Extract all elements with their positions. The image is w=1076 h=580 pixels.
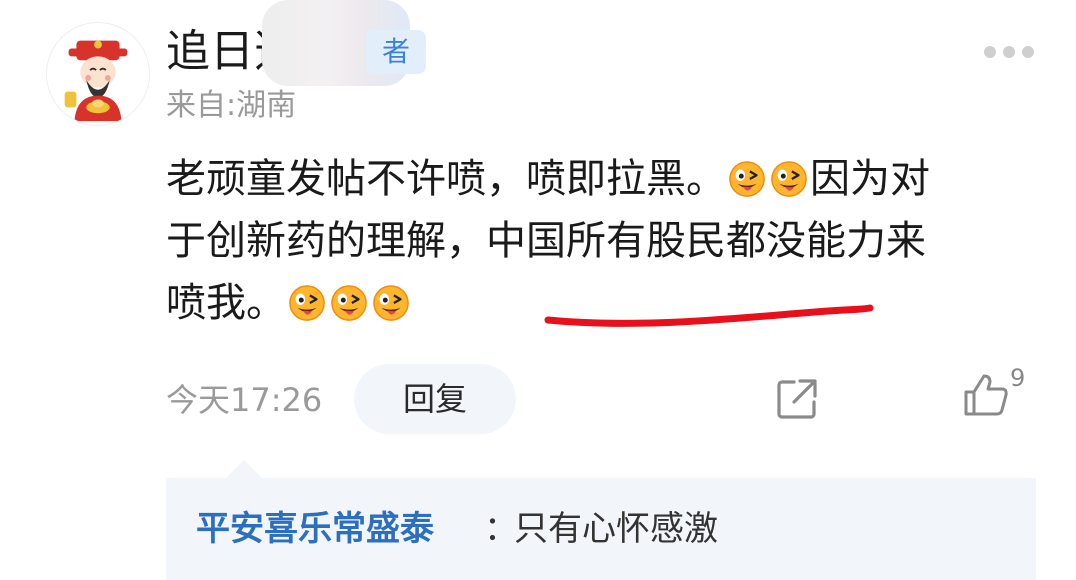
reply-text: 只有心怀感激: [514, 509, 718, 549]
timestamp: 今天17:26: [166, 381, 323, 419]
location-label: 来自:湖南: [166, 88, 297, 123]
wink-tongue-emoji-icon: [330, 284, 368, 322]
red-underline-annotation: [544, 304, 874, 327]
comment-line-3-text: 喷我。: [166, 280, 286, 326]
like-count: 9: [1010, 364, 1026, 392]
wink-tongue-emoji-icon: [728, 160, 766, 198]
comment-line-1b-text: 因为对: [810, 156, 930, 202]
reply-card-caret: [226, 460, 262, 478]
dot: [984, 46, 996, 58]
dot: [1003, 46, 1015, 58]
reply-author-link[interactable]: 平安喜乐常盛泰: [196, 506, 434, 552]
reply-separator: ：: [484, 509, 518, 549]
caishen-avatar-image: [64, 40, 128, 122]
wink-tongue-emoji-icon: [770, 160, 808, 198]
role-badge: 者: [366, 30, 426, 74]
wink-tongue-emoji-icon: [372, 284, 410, 322]
reply-button[interactable]: 回复: [354, 364, 516, 434]
more-options-icon[interactable]: [984, 42, 1034, 62]
share-icon[interactable]: [774, 376, 820, 422]
comment-line-1-text: 老顽童发帖不许喷，喷即拉黑。: [166, 156, 726, 202]
thumbs-up-icon[interactable]: [962, 372, 1010, 418]
comment-line-1: 老顽童发帖不许喷，喷即拉黑。 因为对: [166, 148, 1046, 210]
comment-line-2: 于创新药的理解，中国所有股民都没能力来: [166, 218, 926, 264]
dot: [1022, 46, 1034, 58]
avatar[interactable]: [46, 22, 150, 126]
wink-tongue-emoji-icon: [288, 284, 326, 322]
